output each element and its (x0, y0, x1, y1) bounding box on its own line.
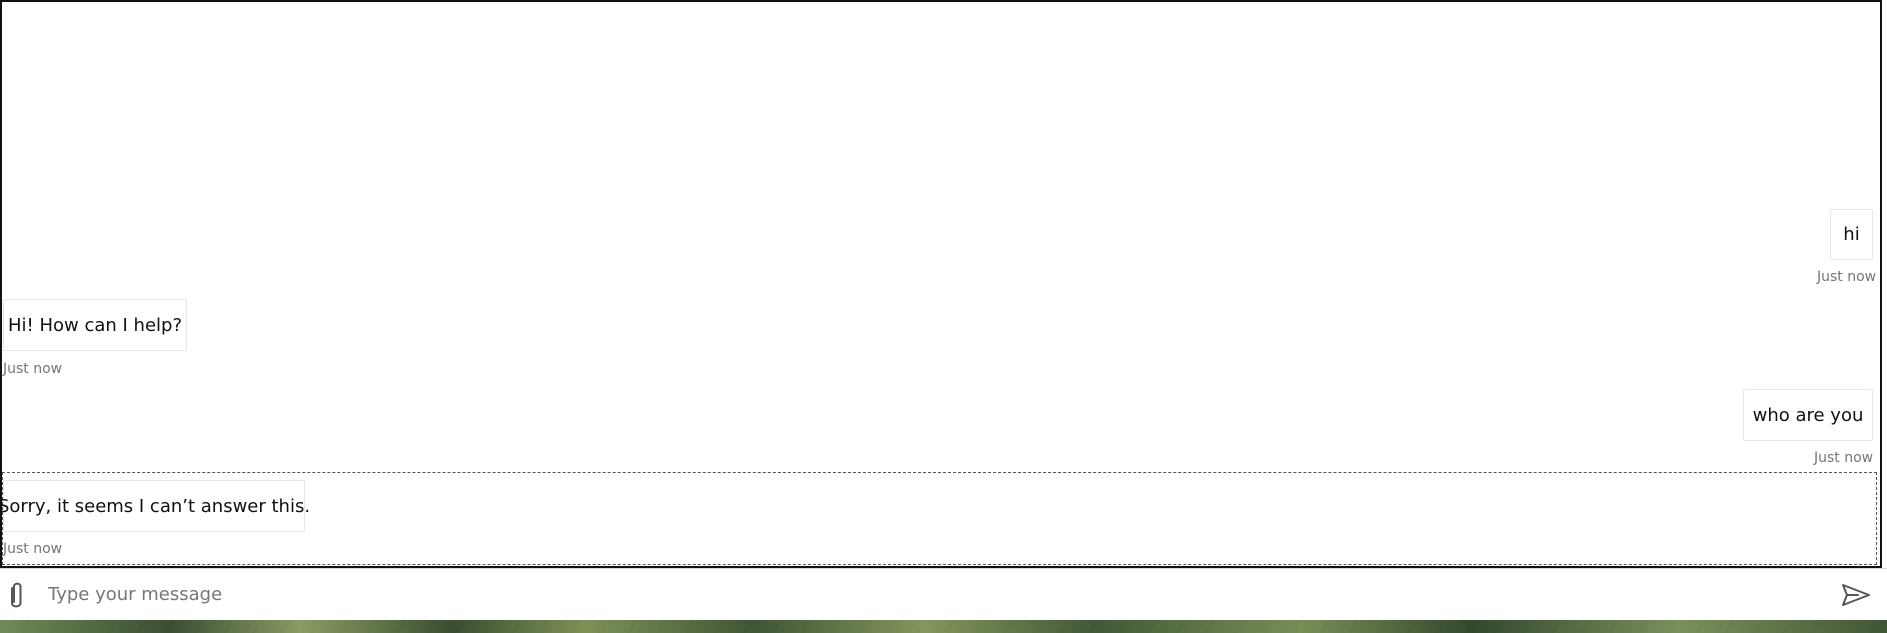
user-message-hi: hi Just now (1817, 209, 1876, 289)
send-button[interactable] (1839, 578, 1873, 612)
message-bubble: Sorry, it seems I can’t answer this. (2, 480, 310, 532)
send-icon (1841, 583, 1871, 607)
user-message-who-are-you: who are you Just now (1742, 389, 1873, 469)
message-text: who are you (1752, 404, 1864, 426)
message-composer (0, 568, 1887, 620)
chat-window: hi Just now Hi! How can I help? Just now… (0, 0, 1882, 568)
bot-message-cannot-answer: Sorry, it seems I can’t answer this. Jus… (2, 480, 313, 560)
bot-message-greeting: Hi! How can I help? Just now (3, 299, 193, 379)
message-timestamp: Just now (3, 361, 63, 377)
chat-transcript[interactable]: hi Just now Hi! How can I help? Just now… (2, 2, 1880, 568)
message-bubble: hi (1830, 209, 1873, 260)
attach-button[interactable] (2, 577, 32, 611)
message-timestamp: Just now (1817, 269, 1877, 285)
message-bubble: Hi! How can I help? (3, 299, 187, 351)
message-bubble: who are you (1743, 389, 1873, 441)
message-input[interactable] (48, 577, 1818, 611)
paperclip-icon (8, 579, 26, 609)
grass-background (0, 620, 1887, 633)
message-text: hi (1843, 224, 1860, 245)
message-text: Hi! How can I help? (7, 314, 182, 336)
message-timestamp: Just now (1814, 450, 1874, 466)
message-text: Sorry, it seems I can’t answer this. (2, 495, 311, 517)
message-timestamp: Just now (3, 541, 63, 557)
